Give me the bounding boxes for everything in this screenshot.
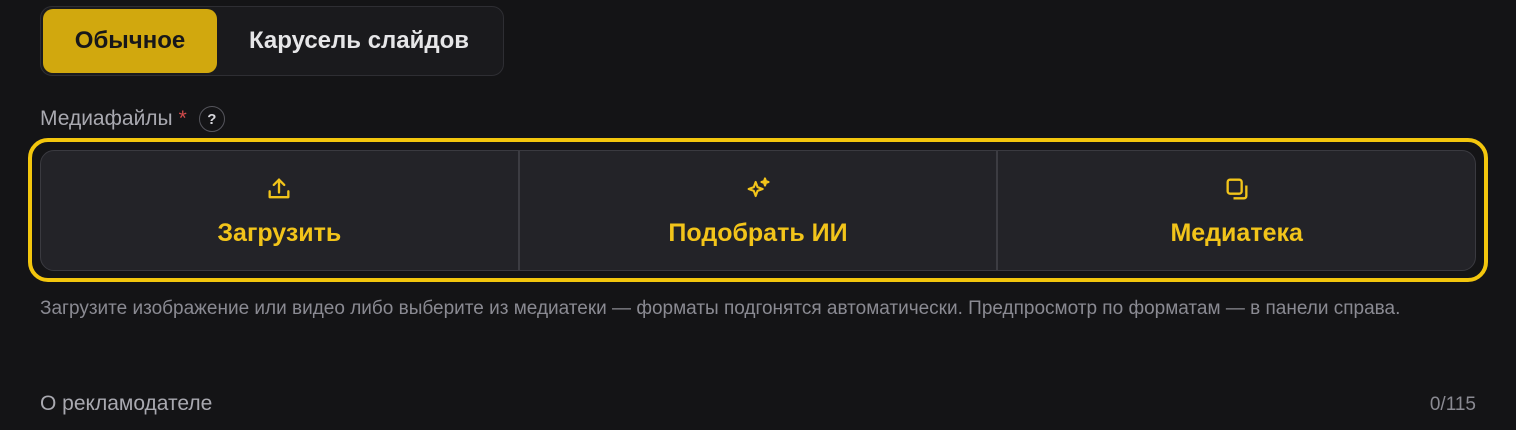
media-files-label-text: Медиафайлы (40, 107, 173, 130)
media-files-label: Медиафайлы * ? (40, 106, 225, 132)
media-hint-text: Загрузите изображение или видео либо выб… (40, 298, 1401, 319)
format-tabs: Обычное Карусель слайдов (40, 6, 504, 76)
upload-button[interactable]: Загрузить (41, 151, 518, 270)
upload-label: Загрузить (217, 219, 342, 247)
ad-media-form: Обычное Карусель слайдов Медиафайлы * ? … (0, 0, 1516, 430)
sparkles-icon (747, 177, 770, 198)
help-icon[interactable]: ? (198, 106, 225, 132)
required-mark: * (178, 107, 187, 130)
media-library-label: Медиатека (1170, 219, 1303, 247)
ai-pick-button[interactable]: Подобрать ИИ (517, 151, 997, 270)
media-library-icon (1226, 178, 1248, 200)
advertiser-label: О рекламодателе (40, 392, 213, 415)
upload-icon (268, 178, 290, 199)
tab-carousel[interactable]: Карусель слайдов (217, 9, 501, 73)
media-library-button[interactable]: Медиатека (996, 151, 1475, 270)
character-counter: 0/115 (1429, 394, 1476, 415)
ai-pick-label: Подобрать ИИ (668, 219, 848, 247)
media-source-selector: Загрузить Подобрать ИИ Медиатека (40, 150, 1476, 271)
tab-regular[interactable]: Обычное (43, 9, 217, 73)
